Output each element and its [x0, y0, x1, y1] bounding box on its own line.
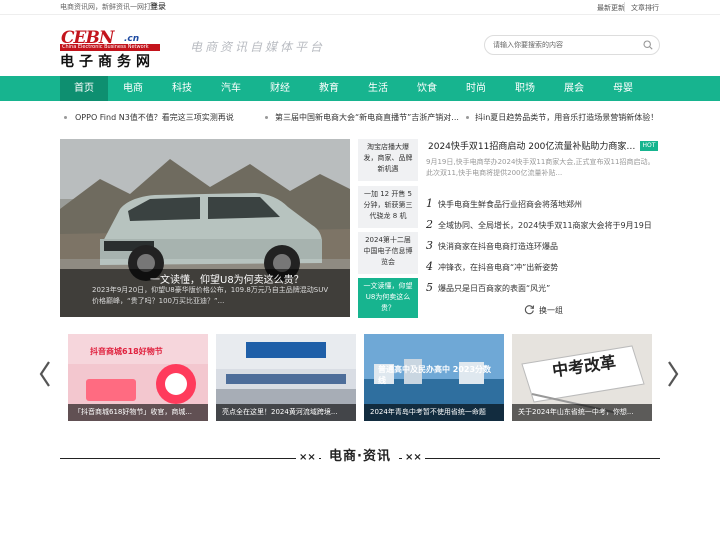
- ranked-article[interactable]: 快消商家在抖音电商打造连环爆品: [438, 241, 660, 252]
- card-image-text: 抖音商城618好物节: [90, 347, 163, 356]
- ticker-bullet: [64, 116, 67, 119]
- hero-title[interactable]: 一文读懂，仰望U8为何卖这么贵？: [150, 271, 304, 286]
- nav-food[interactable]: 饮食: [403, 76, 451, 101]
- ticker-bullet: [265, 116, 268, 119]
- nav-life[interactable]: 生活: [354, 76, 402, 101]
- nav-tech[interactable]: 科技: [158, 76, 206, 101]
- nav-fashion[interactable]: 时尚: [452, 76, 500, 101]
- nav-ecommerce[interactable]: 电商: [109, 76, 157, 101]
- hot-badge: HOT: [640, 141, 658, 151]
- section-deco-right: ××: [402, 452, 425, 463]
- site-slogan: 电商资讯自媒体平台: [190, 40, 326, 54]
- ranked-article[interactable]: 全域协同、全局增长，2024快手双11商家大会将于9月19日: [438, 220, 660, 231]
- topbar-divider: [624, 2, 625, 12]
- rank-number: 1: [426, 197, 433, 210]
- section-title: 电商·资讯: [0, 445, 720, 464]
- section-title-text: 电商·资讯: [321, 449, 399, 464]
- rank-number: 5: [426, 281, 433, 294]
- ranked-article[interactable]: 爆品只是日百商家的表面“风光”: [438, 283, 660, 294]
- article-ranking-link[interactable]: 文章排行: [631, 3, 659, 13]
- hero-slide[interactable]: 一文读懂，仰望U8为何卖这么贵？ 2023年9月20日，仰望U8豪华版价格公布，…: [60, 139, 350, 317]
- logo-suffix: .cn: [124, 34, 140, 44]
- nav-expo[interactable]: 展会: [550, 76, 598, 101]
- site-logo[interactable]: CEBN .cn China Electronic Business Netwo…: [60, 28, 160, 70]
- card-caption[interactable]: 亮点全在这里！2024黄河流域跨境...: [222, 407, 352, 417]
- card-caption[interactable]: 「抖音商城618好物节」收官，商城...: [74, 407, 204, 417]
- carousel-next-icon[interactable]: [666, 360, 680, 388]
- nav-career[interactable]: 职场: [501, 76, 549, 101]
- card-image-text: 普通高中及民办高中 2023分数线: [378, 365, 492, 385]
- side-item[interactable]: 2024第十二届中国电子信息博览会: [358, 232, 418, 274]
- carousel-prev-icon[interactable]: [38, 360, 52, 388]
- rank-number: 4: [426, 260, 433, 273]
- ticker-item[interactable]: 第三届中国新电商大会“新电商直播节”吉浙产销对...: [275, 112, 470, 123]
- side-item[interactable]: 一加 12 开售 5 分钟，斩获第三代骁龙 8 机: [358, 186, 418, 228]
- card-caption[interactable]: 关于2024年山东省统一中考，你想...: [518, 407, 648, 417]
- carousel-card[interactable]: 亮点全在这里！2024黄河流域跨境...: [216, 334, 356, 421]
- ticker-bullet: [466, 116, 469, 119]
- login-link[interactable]: 登录: [150, 1, 166, 12]
- search-icon[interactable]: [643, 40, 653, 50]
- top-bar: 电商资讯网，新鲜资讯一网打尽！ 登录 最新更新 文章排行: [0, 0, 720, 15]
- ticker-item[interactable]: 抖in夏日趋势品类节，用音乐打造场景营销新体验！: [475, 112, 665, 123]
- search-input[interactable]: [493, 38, 638, 52]
- headline-title[interactable]: 2024快手双11招商启动 200亿流量补贴助力商家全...: [428, 139, 638, 152]
- carousel-card[interactable]: 中考改革 关于2024年山东省统一中考，你想...: [512, 334, 652, 421]
- carousel-card[interactable]: 抖音商城618好物节 「抖音商城618好物节」收官，商城...: [68, 334, 208, 421]
- side-item-active[interactable]: 一文读懂，仰望U8为何卖这么贵？: [358, 278, 418, 318]
- latest-updates-link[interactable]: 最新更新: [597, 3, 625, 13]
- logo-chinese: 电子商务网: [60, 54, 155, 70]
- nav-home[interactable]: 首页: [60, 76, 108, 101]
- ranked-article[interactable]: 快手电商生鲜食品行业招商会将落地郑州: [438, 199, 660, 210]
- swap-group-button[interactable]: 换一组: [539, 305, 563, 316]
- nav-education[interactable]: 教育: [305, 76, 353, 101]
- card-caption[interactable]: 2024年青岛中考暂不使用省统一命题: [370, 407, 500, 417]
- nav-parenting[interactable]: 母婴: [599, 76, 647, 101]
- ticker-item[interactable]: OPPO Find N3值不值？看完这三项实测再说: [75, 112, 255, 123]
- ranked-article[interactable]: 冲锋衣，在抖音电商“冲”出新姿势: [438, 262, 660, 273]
- nav-auto[interactable]: 汽车: [207, 76, 255, 101]
- logo-english: China Electronic Business Network: [62, 44, 149, 50]
- rank-number: 3: [426, 239, 433, 252]
- main-nav: 首页 电商 科技 汽车 财经 教育 生活 饮食 时尚 职场 展会 母婴: [0, 76, 720, 101]
- rank-number: 2: [426, 218, 433, 231]
- carousel-card[interactable]: 普通高中及民办高中 2023分数线 2024年青岛中考暂不使用省统一命题: [364, 334, 504, 421]
- side-item[interactable]: 淘宝店播大爆发，商家、品牌新机遇: [358, 139, 418, 181]
- hero-description: 2023年9月20日，仰望U8豪华版价格公布，109.8万元乃自主品牌混动SUV…: [92, 286, 329, 305]
- refresh-icon[interactable]: [524, 304, 535, 315]
- search-box: [484, 35, 660, 55]
- headline-description: 9月19日,快手电商举办2024快手双11商家大会,正式宣布双11招商启动。此次…: [426, 158, 655, 177]
- nav-finance[interactable]: 财经: [256, 76, 304, 101]
